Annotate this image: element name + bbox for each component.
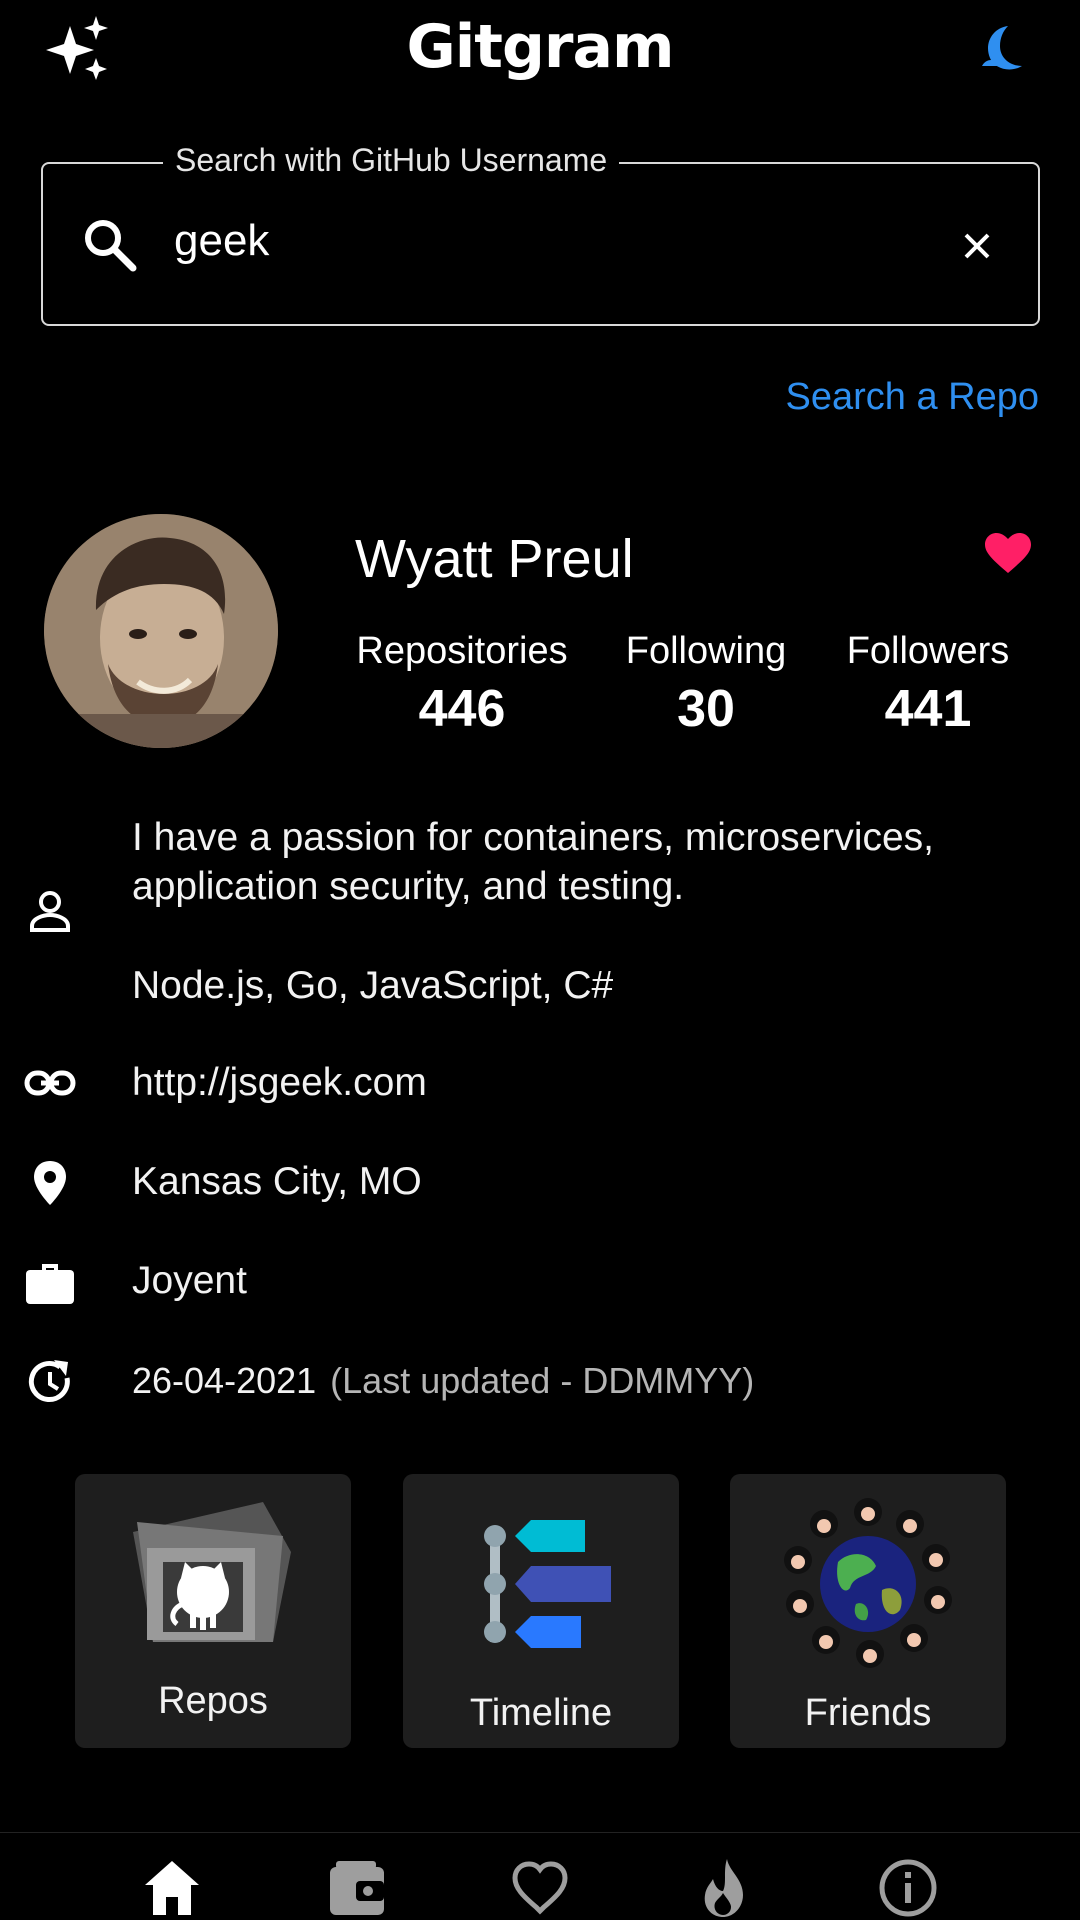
- stat-label: Repositories: [356, 630, 568, 672]
- heart-outline-icon[interactable]: [509, 1857, 571, 1919]
- company-text: Joyent: [132, 1259, 247, 1302]
- stat-label: Followers: [846, 630, 1010, 672]
- timeline-card[interactable]: Timeline: [403, 1474, 679, 1748]
- bio-line: application security, and testing.: [132, 865, 685, 908]
- repos-card[interactable]: Repos: [75, 1474, 351, 1748]
- moon-icon[interactable]: [978, 22, 1030, 74]
- stat-repositories: Repositories 446: [355, 630, 569, 739]
- home-icon[interactable]: [141, 1857, 203, 1919]
- search-repo-link[interactable]: Search a Repo: [786, 376, 1040, 419]
- github-repo-icon: [133, 1502, 291, 1642]
- updated-note: (Last updated - DDMMYY): [330, 1360, 755, 1401]
- last-updated: 26-04-2021 (Last updated - DDMMYY): [132, 1356, 754, 1406]
- card-label: Friends: [804, 1692, 932, 1734]
- friends-globe-icon: [784, 1498, 952, 1668]
- timeline-icon: [484, 1520, 611, 1648]
- profile-name: Wyatt Preul: [355, 529, 634, 589]
- favorite-heart-icon[interactable]: [984, 530, 1032, 578]
- stat-label: Following: [625, 630, 787, 672]
- location-text: Kansas City, MO: [132, 1160, 422, 1203]
- search-field-label: Search with GitHub Username: [163, 142, 620, 179]
- card-label: Repos: [158, 1680, 268, 1722]
- close-icon[interactable]: [953, 222, 1001, 270]
- stat-followers: Followers 441: [840, 630, 1016, 739]
- link-icon: [24, 1070, 76, 1096]
- avatar: [44, 514, 278, 748]
- briefcase-icon: [26, 1264, 74, 1304]
- flame-icon[interactable]: [693, 1857, 755, 1919]
- website-link[interactable]: http://jsgeek.com: [132, 1058, 427, 1108]
- search-input[interactable]: geek: [174, 216, 269, 266]
- person-icon: [30, 891, 70, 932]
- updated-date: 26-04-2021: [132, 1360, 317, 1401]
- card-label: Timeline: [469, 1692, 613, 1734]
- stat-value: 446: [418, 680, 506, 738]
- top-bar: Gitgram: [0, 0, 1080, 100]
- update-history-icon: [28, 1360, 70, 1402]
- friends-card[interactable]: Friends: [730, 1474, 1006, 1748]
- stat-value: 441: [884, 680, 972, 738]
- search-field[interactable]: Search with GitHub Username geek: [41, 142, 1040, 326]
- app-title: Gitgram: [406, 12, 674, 82]
- bottom-navigation: [0, 1832, 1080, 1920]
- bio-line: Node.js, Go, JavaScript, C#: [132, 964, 614, 1007]
- bio-line: I have a passion for containers, microse…: [132, 816, 935, 859]
- search-icon: [85, 220, 137, 272]
- stat-value: 30: [677, 680, 735, 738]
- info-icon[interactable]: [877, 1857, 939, 1919]
- wallet-icon[interactable]: [326, 1857, 388, 1919]
- stat-following: Following 30: [618, 630, 794, 739]
- location-pin-icon: [34, 1161, 66, 1205]
